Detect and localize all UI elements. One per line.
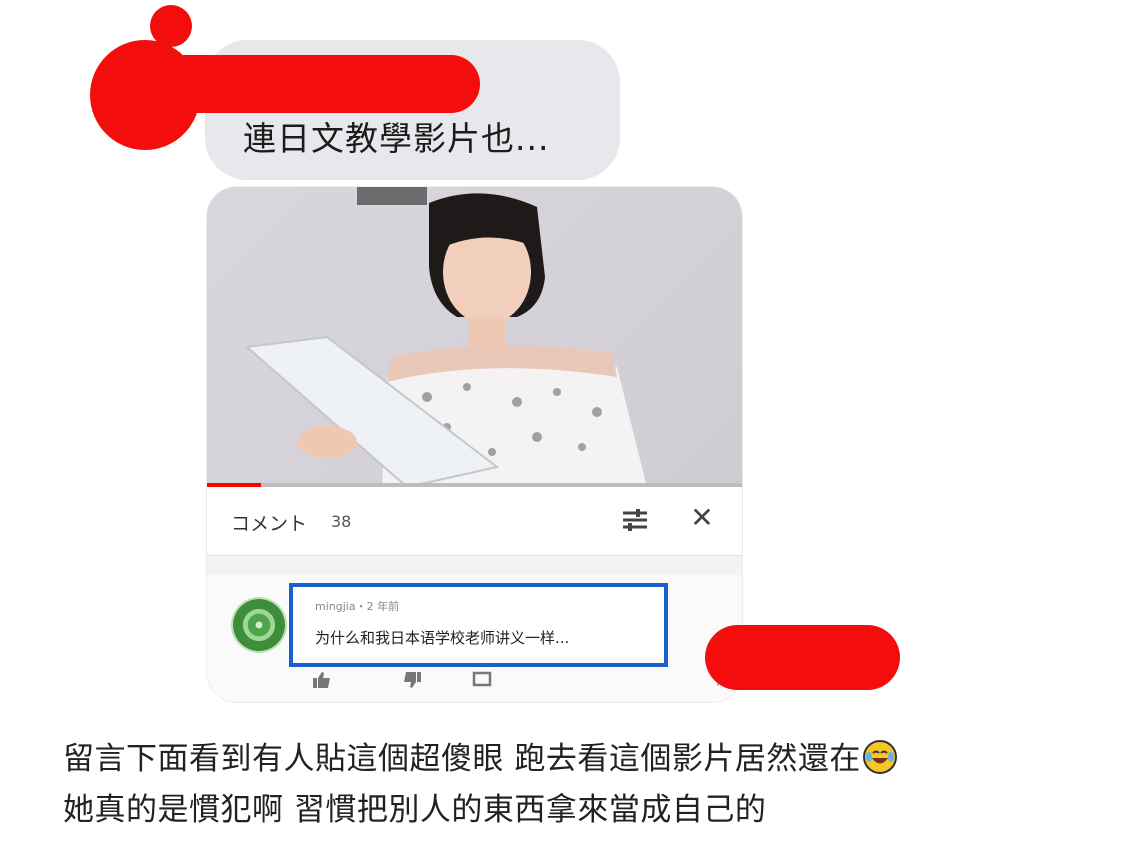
message-text: 連日文教學影片也... [243,119,550,158]
redaction-mark [150,5,192,47]
caption-line-2: 她真的是慣犯啊 習慣把別人的東西拿來當成自己的 [63,784,766,829]
hand [297,426,357,458]
reply-button[interactable] [472,671,492,693]
close-comments-button[interactable]: ✕ [687,501,717,534]
caption-line-1: 留言下面看到有人貼這個超傻眼 跑去看這個影片居然還在 [63,733,897,778]
thumb-up-icon [313,672,330,688]
video-frame-illustration [207,187,742,487]
comments-header: コメント 38 ✕ [207,487,742,556]
highlighted-comment-box: mingjia・2 年前 为什么和我日本语学校老师讲义一样... [289,583,668,667]
avatar[interactable] [231,597,287,653]
comment-text: 为什么和我日本语学校老师讲义一样... [315,629,570,647]
comments-count: 38 [331,512,352,531]
thumb-down-icon [404,672,421,688]
caption-text-1: 留言下面看到有人貼這個超傻眼 跑去看這個影片居然還在 [63,741,861,777]
comments-title: コメント [231,513,308,535]
dislike-button[interactable] [402,671,422,693]
reply-icon [472,671,492,687]
close-icon: ✕ [690,501,714,534]
caption-text-2: 她真的是慣犯啊 習慣把別人的東西拿來當成自己的 [63,792,767,828]
comment-item: mingjia・2 年前 为什么和我日本语学校老师讲义一样... ⋮ [207,575,742,702]
sliders-icon [623,509,647,531]
comment-author-meta: mingjia・2 年前 [315,600,400,613]
like-button[interactable] [312,671,332,693]
laughing-tears-emoji-icon [862,740,897,774]
redaction-mark [150,55,480,113]
sort-filter-button[interactable] [619,505,651,535]
redaction-mark [705,625,900,690]
video-screenshot-card: コメント 38 ✕ mingjia・2 年前 为什么和我日本语学校老师讲义一样.… [207,187,742,702]
video-player[interactable] [207,187,742,487]
